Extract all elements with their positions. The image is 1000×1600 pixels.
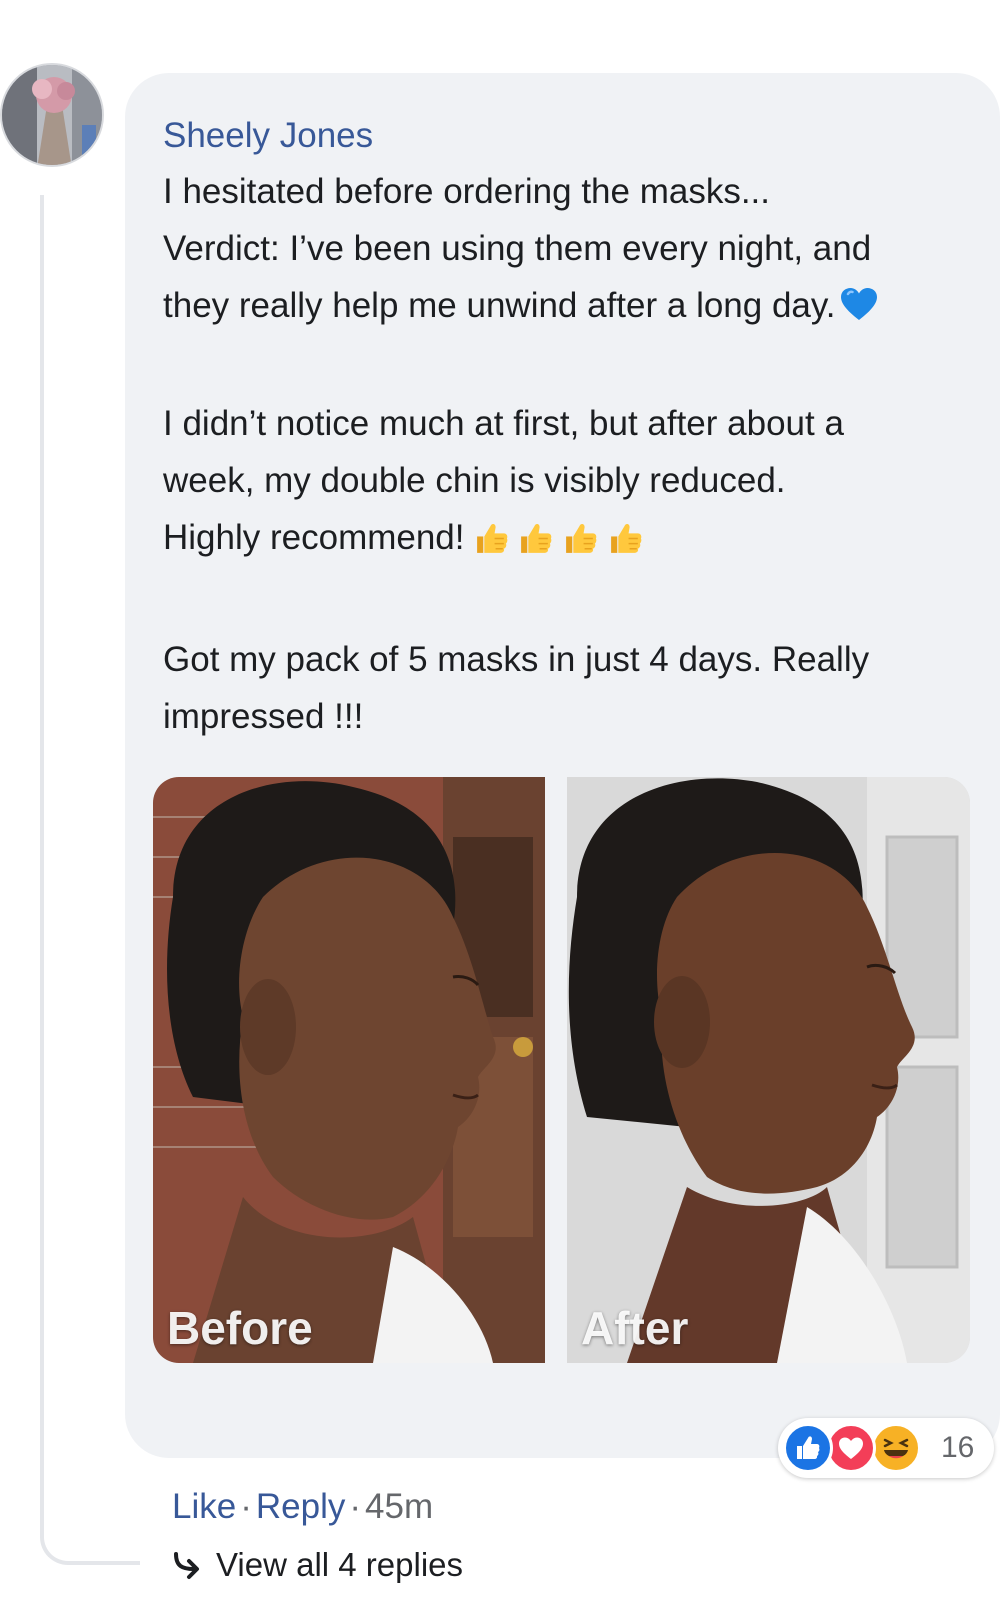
text-line: Highly recommend! bbox=[163, 509, 983, 574]
after-photo-image bbox=[567, 777, 970, 1363]
comment-author[interactable]: Sheely Jones bbox=[163, 116, 373, 156]
before-photo[interactable]: Before bbox=[153, 777, 545, 1363]
text-line: week, my double chin is visibly reduced. bbox=[163, 461, 786, 500]
text-line: Verdict: I’ve been using them every nigh… bbox=[163, 229, 872, 268]
love-icon bbox=[826, 1423, 876, 1473]
view-replies-link[interactable]: View all 4 replies bbox=[172, 1545, 463, 1585]
text-line: they really help me unwind after a long … bbox=[163, 277, 983, 338]
commenter-avatar[interactable] bbox=[0, 63, 104, 167]
thumbs-up-icon bbox=[610, 523, 642, 553]
after-photo[interactable]: After bbox=[567, 777, 970, 1363]
text-line: I hesitated before ordering the masks... bbox=[163, 172, 770, 211]
thumbs-up-icon bbox=[566, 523, 597, 553]
comment-text: I hesitated before ordering the masks...… bbox=[163, 163, 983, 745]
after-label: After bbox=[581, 1302, 689, 1354]
reply-arrow-icon bbox=[174, 1552, 199, 1579]
reaction-count: 16 bbox=[941, 1431, 975, 1464]
haha-icon bbox=[871, 1423, 921, 1473]
text-line: Got my pack of 5 masks in just 4 days. R… bbox=[163, 640, 870, 679]
thumbs-up-icon bbox=[476, 523, 507, 553]
view-replies-label: View all 4 replies bbox=[216, 1546, 464, 1583]
comment-timestamp[interactable]: 45m bbox=[365, 1487, 433, 1526]
separator: · bbox=[240, 1487, 252, 1526]
thumbs-up-icon bbox=[521, 523, 552, 553]
text-line: I didn’t notice much at first, but after… bbox=[163, 404, 844, 443]
comment-actions: Like · Reply · 45m bbox=[172, 1487, 433, 1527]
reply-link[interactable]: Reply bbox=[256, 1487, 345, 1526]
before-label: Before bbox=[167, 1302, 313, 1354]
text-line: impressed !!! bbox=[163, 697, 364, 736]
avatar-photo bbox=[2, 65, 102, 165]
separator: · bbox=[349, 1487, 362, 1526]
like-link[interactable]: Like bbox=[172, 1487, 236, 1526]
reactions-summary[interactable]: 16 bbox=[778, 1418, 994, 1478]
thumbs-up-emoji-group bbox=[473, 517, 642, 574]
blue-heart-icon bbox=[840, 281, 878, 338]
before-photo-image bbox=[153, 777, 545, 1363]
like-icon bbox=[783, 1423, 833, 1473]
